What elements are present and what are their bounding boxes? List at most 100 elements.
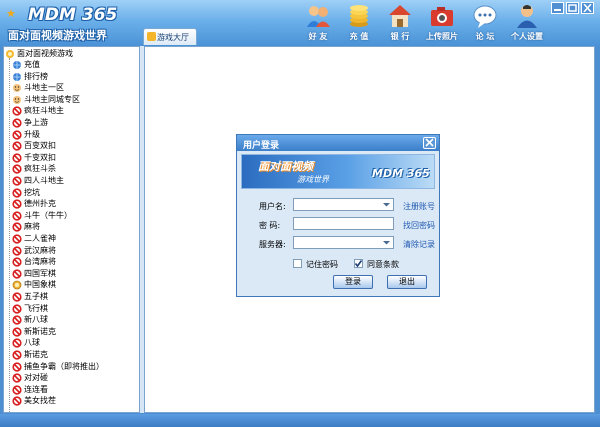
username-field[interactable] [293, 198, 394, 211]
tree-item[interactable]: 斗地主同城专区 [12, 95, 139, 105]
tree-item[interactable]: 飞行棋 [12, 303, 139, 314]
tree-item[interactable]: 五子棋 [12, 292, 139, 302]
tree-item-label: 中国象棋 [24, 280, 56, 290]
no-icon [12, 187, 22, 198]
no-icon [12, 315, 22, 325]
register-link[interactable]: 注册账号 [403, 201, 435, 212]
tree-item[interactable]: 对对碰 [12, 373, 139, 383]
no-icon [12, 396, 22, 406]
recover-password-link[interactable]: 找回密码 [403, 220, 435, 231]
tree-item[interactable]: 疯狂斗地主 [12, 106, 139, 116]
no-icon [12, 257, 22, 267]
dialog-banner: 面对面视频 游戏世界 MDM 365 [241, 154, 435, 189]
globe-icon [13, 61, 21, 69]
tree-item-label: 美女找茬 [24, 396, 56, 406]
no-icon [12, 153, 22, 163]
login-button[interactable]: 登录 [333, 275, 373, 289]
agree-terms-checkbox[interactable] [354, 259, 363, 268]
face-icon [13, 84, 21, 93]
password-label: 密 码: [259, 221, 281, 230]
tree-item[interactable]: 连连看 [12, 385, 139, 395]
tree-item[interactable]: 武汉麻将 [12, 245, 139, 256]
upload-photo-label: 上传照片 [426, 32, 458, 41]
tree-item[interactable]: 美女找茬 [12, 396, 139, 406]
tree-item[interactable]: 百变双扣 [12, 141, 139, 151]
tree-item-label: 斗牛（牛牛） [24, 210, 72, 220]
personal-settings-button[interactable]: 个人设置 [507, 3, 547, 43]
bank-icon [389, 5, 411, 27]
no-icon [12, 234, 22, 244]
tree-item[interactable]: 争上游 [12, 118, 139, 128]
no-icon [12, 164, 22, 174]
tree-item-label: 排行榜 [24, 71, 48, 81]
tree-connector [9, 58, 10, 412]
tree-item-label: 挖坑 [24, 187, 40, 197]
chevron-down-icon[interactable] [381, 200, 392, 209]
globe-icon [13, 72, 21, 81]
tree-item[interactable]: 斗牛（牛牛） [12, 210, 139, 221]
bank-button[interactable]: 银 行 [380, 3, 420, 43]
tree-item[interactable]: 新八球 [12, 315, 139, 325]
tree-item[interactable]: 千变双扣 [12, 153, 139, 163]
tree-item-label: 德州扑克 [24, 199, 56, 209]
tree-item[interactable]: 斗地主一区 [12, 83, 139, 93]
logo-brand: MDM 365 [28, 5, 118, 25]
tree-item[interactable]: 德州扑克 [12, 199, 139, 209]
chevron-down-icon[interactable] [381, 238, 392, 247]
recharge-button[interactable]: 充 值 [339, 3, 379, 43]
tree-item-label: 升级 [24, 129, 40, 139]
no-icon [12, 245, 22, 256]
clear-history-link[interactable]: 清除记录 [403, 239, 435, 250]
no-icon [12, 129, 22, 140]
tree-item[interactable]: 升级 [12, 129, 139, 140]
no-icon [12, 176, 22, 186]
tree-item[interactable]: 二人雀神 [12, 234, 139, 244]
tree-item-label: 四人斗地主 [24, 176, 64, 185]
tree-item[interactable]: 挖坑 [12, 187, 139, 198]
tree-item[interactable]: 四国军棋 [12, 269, 139, 279]
tree-item[interactable]: 排行榜 [12, 71, 139, 82]
bank-label: 银 行 [390, 32, 410, 41]
no-icon [12, 327, 22, 337]
close-icon [425, 138, 434, 147]
tree-item-label: 二人雀神 [24, 234, 56, 243]
coins-icon [350, 5, 368, 27]
banner-subtitle: 游戏世界 [297, 175, 329, 184]
upload-photo-button[interactable]: 上传照片 [422, 3, 462, 43]
close-button[interactable] [581, 2, 594, 14]
tree-item-label: 充值 [24, 60, 40, 69]
tree-item-label: 八球 [24, 338, 40, 348]
close-icon [583, 4, 592, 12]
tree-item[interactable]: 八球 [12, 338, 139, 348]
tree-item[interactable]: 中国象棋 [12, 280, 139, 290]
tree-item[interactable]: 四人斗地主 [12, 176, 139, 186]
lobby-icon [147, 32, 156, 41]
dialog-close-button[interactable] [423, 137, 436, 149]
tree-item-label: 疯狂斗地主 [24, 106, 64, 116]
no-icon [12, 385, 22, 395]
tree-item[interactable]: 斯诺克 [12, 350, 139, 360]
no-icon [12, 303, 22, 314]
tree-item[interactable]: 疯狂斗杀 [12, 164, 139, 174]
game-tree-panel: 面对面视频游戏 充值 排行榜 斗地主一区 斗地主同城专区 疯狂斗地主 争上游 升级 百变双扣千… [3, 46, 140, 413]
server-select[interactable] [293, 236, 394, 249]
tab-game-lobby[interactable]: 游戏大厅 [143, 28, 197, 45]
tree-item[interactable]: 捕鱼争霸（即将推出） [12, 362, 139, 372]
password-field[interactable] [293, 217, 394, 230]
dialog-titlebar[interactable]: 用户登录 [237, 135, 439, 151]
tree-item[interactable]: 新斯诺克 [12, 327, 139, 337]
friends-button[interactable]: 好 友 [298, 3, 338, 43]
recharge-label: 充 值 [349, 32, 369, 41]
tree-item[interactable]: 麻将 [12, 222, 139, 232]
remember-password-checkbox[interactable] [293, 259, 302, 268]
no-icon [12, 118, 22, 128]
tree-item[interactable]: 台湾麻将 [12, 257, 139, 267]
tab-label: 游戏大厅 [157, 33, 189, 42]
forum-button[interactable]: 论 坛 [465, 3, 505, 43]
maximize-button[interactable] [566, 2, 579, 14]
exit-button[interactable]: 退出 [387, 275, 427, 289]
minimize-button[interactable] [551, 2, 564, 14]
tree-item-label: 台湾麻将 [24, 257, 56, 267]
tree-item-label: 争上游 [24, 118, 48, 127]
tree-item[interactable]: 充值 [12, 60, 139, 70]
